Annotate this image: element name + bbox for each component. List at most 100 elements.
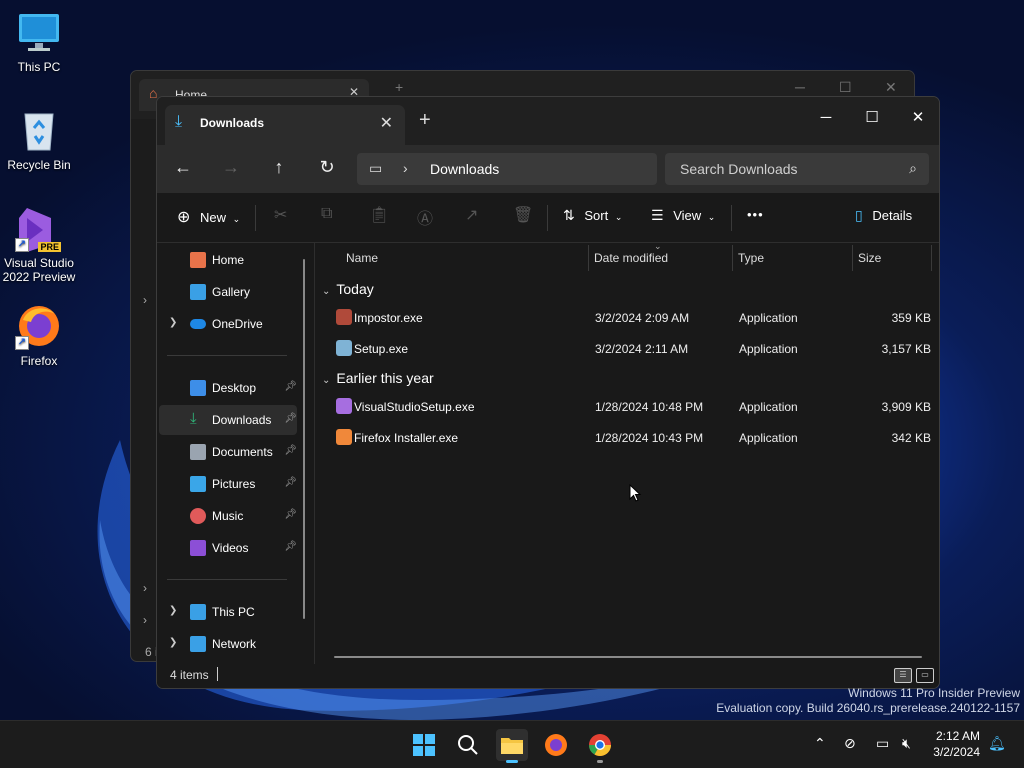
new-tab-button[interactable]: + (419, 109, 431, 132)
chevron-right-icon[interactable]: ❯ (169, 317, 177, 328)
close-icon[interactable]: ✕ (885, 79, 897, 96)
refresh-icon[interactable]: ↻ (315, 157, 339, 178)
nav-item-downloads[interactable]: ⤓ Downloads 📌︎ (159, 405, 297, 435)
firefox-icon (545, 734, 567, 756)
desktop-icon-visual-studio[interactable]: ↗ PRE Visual Studio 2022 Preview (0, 204, 78, 284)
nav-item-this-pc[interactable]: ❯ This PC (159, 597, 297, 627)
nav-item-network[interactable]: ❯ Network (159, 629, 297, 659)
column-header-type[interactable]: Type (738, 251, 764, 265)
more-options-button[interactable]: ••• (747, 207, 764, 222)
search-input[interactable]: Search Downloads ⌕ (665, 153, 929, 185)
maximize-icon[interactable]: ☐ (839, 79, 852, 96)
file-row[interactable]: Firefox Installer.exe 1/28/2024 10:43 PM… (334, 423, 931, 451)
nav-item-home[interactable]: Home (159, 245, 297, 275)
chevron-up-icon[interactable]: ⌃ (814, 735, 826, 752)
back-window-chevron[interactable]: › (143, 293, 147, 307)
close-window-button[interactable]: ✕ (895, 103, 939, 133)
taskbar-firefox[interactable] (540, 729, 572, 761)
file-list: Name Date modified ⌄ Type Size ⌄ Today Im… (316, 241, 939, 664)
volume-muted-icon[interactable]: 🔇︎ (902, 735, 911, 752)
documents-icon (190, 444, 206, 460)
minimize-button[interactable]: ─ (803, 103, 849, 133)
group-header-earlier-this-year[interactable]: ⌄ Earlier this year (322, 370, 434, 386)
divider (167, 579, 287, 580)
monitor-icon (15, 8, 63, 56)
file-date: 1/28/2024 10:43 PM (595, 431, 704, 445)
forward-arrow-icon[interactable]: → (219, 157, 243, 178)
breadcrumb-location[interactable]: Downloads (430, 161, 499, 177)
back-window-chevron[interactable]: › (143, 581, 147, 595)
paste-icon[interactable]: 📋︎ (369, 205, 389, 225)
cut-icon[interactable]: ✂ (274, 205, 287, 225)
share-icon[interactable]: ↗ (465, 205, 478, 225)
file-type: Application (739, 431, 798, 445)
desktop-icon-recycle-bin[interactable]: Recycle Bin (0, 106, 78, 172)
delete-icon[interactable]: 🗑︎ (513, 205, 533, 225)
column-header-name[interactable]: Name (346, 251, 378, 265)
divider[interactable] (931, 245, 932, 271)
nav-item-label: Desktop (212, 381, 257, 395)
notification-bell-icon[interactable]: 🔔︎ (988, 735, 1006, 752)
system-clock[interactable]: 2:12 AM 3/2/2024 (933, 728, 980, 760)
up-arrow-icon[interactable]: ↑ (267, 157, 291, 178)
view-label: View (673, 208, 702, 223)
file-explorer-window[interactable]: ⤓ Downloads ✕ + ─ ☐ ✕ ← → ↑ ↻ ▭ › Downlo… (156, 96, 940, 689)
breadcrumb[interactable]: ▭ › Downloads (357, 153, 657, 185)
tab-downloads[interactable]: ⤓ Downloads ✕ (165, 105, 405, 145)
minimize-icon[interactable]: ─ (795, 79, 805, 95)
divider[interactable] (732, 245, 733, 271)
nav-item-documents[interactable]: Documents 📌︎ (159, 437, 297, 467)
taskbar-file-explorer[interactable] (496, 729, 528, 763)
desktop-icon-this-pc[interactable]: This PC (0, 8, 78, 74)
desktop-icon-firefox[interactable]: ↗ Firefox (0, 302, 78, 368)
column-header-size[interactable]: Size (858, 251, 881, 265)
start-button[interactable] (408, 729, 440, 761)
nav-scrollbar[interactable] (303, 259, 305, 619)
monitor-icon[interactable]: ▭ (369, 160, 382, 177)
back-arrow-icon[interactable]: ← (171, 157, 195, 178)
divider[interactable] (588, 245, 589, 271)
maximize-button[interactable]: ☐ (849, 103, 895, 133)
horizontal-scrollbar[interactable] (334, 656, 922, 658)
watermark-line: Windows 11 Pro Insider Preview (848, 686, 1020, 700)
nav-item-desktop[interactable]: Desktop 📌︎ (159, 373, 297, 403)
pin-icon: 📌︎ (284, 541, 297, 552)
chevron-down-icon: ⌄ (322, 375, 331, 386)
new-tab-icon[interactable]: + (395, 79, 403, 95)
file-row[interactable]: Setup.exe 3/2/2024 2:11 AM Application 3… (334, 334, 931, 362)
nav-item-pictures[interactable]: Pictures 📌︎ (159, 469, 297, 499)
tiles-view-icon[interactable]: ▭ (916, 668, 934, 683)
sort-button[interactable]: ⇅ Sort ⌄ (563, 207, 622, 224)
chevron-right-icon[interactable]: ❯ (169, 605, 177, 616)
chevron-right-icon[interactable]: ❯ (169, 637, 177, 648)
file-type: Application (739, 400, 798, 414)
details-view-icon[interactable]: ☰ (894, 668, 912, 683)
nav-item-music[interactable]: Music 📌︎ (159, 501, 297, 531)
file-row[interactable]: VisualStudioSetup.exe 1/28/2024 10:48 PM… (334, 392, 931, 420)
column-header-date[interactable]: Date modified (594, 251, 668, 265)
visual-studio-icon (336, 398, 352, 414)
group-header-today[interactable]: ⌄ Today (322, 281, 374, 297)
nav-item-videos[interactable]: Videos 📌︎ (159, 533, 297, 563)
details-button[interactable]: ▯ Details (855, 207, 912, 224)
nav-item-onedrive[interactable]: ❯ OneDrive (159, 309, 297, 339)
nav-item-gallery[interactable]: Gallery (159, 277, 297, 307)
taskbar-chrome[interactable] (584, 729, 616, 763)
file-date: 1/28/2024 10:48 PM (595, 400, 704, 414)
file-row[interactable]: Impostor.exe 3/2/2024 2:09 AM Applicatio… (334, 303, 931, 331)
copy-icon[interactable]: ⧉ (321, 205, 332, 223)
search-button[interactable] (452, 729, 484, 761)
back-window-chevron[interactable]: › (143, 613, 147, 627)
close-tab-icon[interactable]: ✕ (380, 113, 393, 133)
divider[interactable] (852, 245, 853, 271)
new-button[interactable]: ⊕ New ⌄ (177, 207, 240, 227)
chevron-right-icon[interactable]: › (403, 160, 408, 176)
view-button[interactable]: ☰ View ⌄ (651, 207, 715, 224)
network-disconnected-icon[interactable]: ⊘ (844, 735, 856, 752)
rename-icon[interactable]: Ⓐ (417, 205, 433, 229)
plus-circle-icon: ⊕ (177, 209, 191, 226)
preview-badge: PRE (38, 242, 61, 252)
monitor-icon[interactable]: ▭ (876, 735, 889, 752)
file-name: Impostor.exe (354, 311, 423, 325)
chevron-down-icon: ⌄ (614, 212, 623, 222)
